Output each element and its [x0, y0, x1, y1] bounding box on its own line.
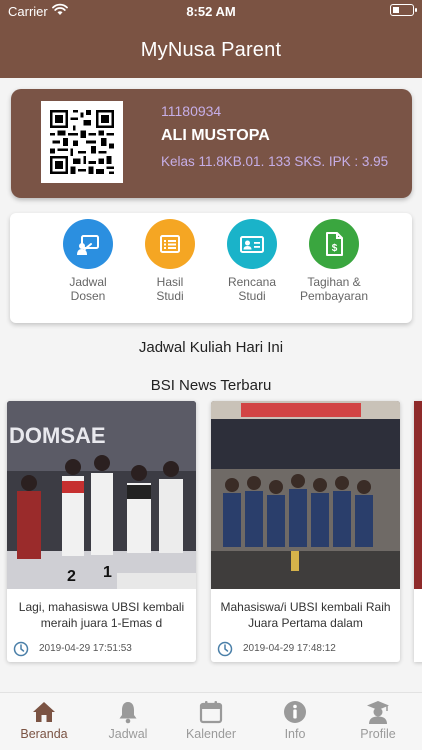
- news-card[interactable]: Mahasiswa/i UBSI kembali Raih Juara Pert…: [211, 401, 400, 662]
- tab-label: Kalender: [185, 727, 237, 741]
- menu-item-jadwal-dosen[interactable]: Jadwal Dosen: [46, 219, 130, 303]
- news-date: 2019-04-29 17:51:53: [39, 643, 132, 654]
- schedule-section-title: Jadwal Kuliah Hari Ini: [138, 339, 284, 356]
- news-caption: Mahasiswa/i UBSI kembali Raih Juara Pert…: [220, 600, 391, 630]
- menu-card: Jadwal Dosen Hasil Studi Rencana Studi $…: [10, 213, 412, 323]
- tab-bar: Beranda Jadwal Kalender Info Profile: [0, 692, 422, 750]
- invoice-icon: $: [309, 219, 359, 269]
- menu-label: Rencana Studi: [227, 275, 277, 303]
- news-caption: Lagi, mahasiswa UBSI kembali meraih juar…: [18, 600, 185, 630]
- clock-icon: [13, 641, 29, 657]
- student-name: ALI MUSTOPA: [161, 127, 270, 144]
- news-photo-team: [211, 401, 400, 589]
- svg-text:1: 1: [103, 564, 112, 581]
- student-card[interactable]: 11180934 ALI MUSTOPA Kelas 11.8KB.01. 13…: [11, 89, 412, 198]
- menu-item-hasil-studi[interactable]: Hasil Studi: [128, 219, 212, 303]
- graduate-icon: [367, 701, 389, 724]
- news-photo-partial: [414, 401, 422, 589]
- student-details: Kelas 11.8KB.01. 133 SKS. IPK : 3.95: [161, 154, 389, 169]
- battery-icon: [390, 4, 417, 16]
- app-header: MyNusa Parent: [0, 22, 422, 78]
- tab-label: Jadwal: [108, 727, 148, 741]
- clock-time: 8:52 AM: [186, 4, 236, 19]
- home-icon: [33, 702, 55, 722]
- svg-text:$: $: [332, 243, 338, 254]
- tab-info[interactable]: Info: [253, 699, 337, 741]
- menu-item-rencana-studi[interactable]: Rencana Studi: [210, 219, 294, 303]
- news-section-title: BSI News Terbaru: [150, 377, 272, 394]
- page-title: MyNusa Parent: [140, 38, 282, 61]
- status-bar: Carrier 8:52 AM: [0, 0, 422, 22]
- teacher-board-icon: [63, 219, 113, 269]
- tab-label: Beranda: [20, 727, 68, 741]
- student-id: 11180934: [161, 103, 222, 119]
- news-photo-taekwondo: DOMSAE 2 1: [7, 401, 196, 589]
- menu-item-tagihan-pembayaran[interactable]: $ Tagihan & Pembayaran: [292, 219, 376, 303]
- qr-code-icon: [50, 110, 114, 174]
- menu-label: Tagihan & Pembayaran: [299, 275, 369, 303]
- list-icon: [145, 219, 195, 269]
- info-icon: [284, 701, 306, 723]
- id-card-icon: [227, 219, 277, 269]
- tab-label: Info: [284, 727, 306, 741]
- news-date: 2019-04-29 17:48:12: [243, 643, 336, 654]
- svg-text:2: 2: [67, 568, 76, 585]
- tab-profile[interactable]: Profile: [336, 699, 420, 741]
- tab-kalender[interactable]: Kalender: [169, 699, 253, 741]
- menu-label: Hasil Studi: [156, 275, 184, 303]
- bell-icon: [119, 702, 137, 724]
- tab-beranda[interactable]: Beranda: [2, 699, 86, 741]
- qr-code: [41, 101, 123, 183]
- tab-jadwal[interactable]: Jadwal: [86, 699, 170, 741]
- calendar-icon: [199, 701, 223, 724]
- tab-label: Profile: [360, 727, 396, 741]
- clock-icon: [217, 641, 233, 657]
- news-card[interactable]: DOMSAE 2 1 Lagi, mahasiswa UBSI kembali …: [7, 401, 196, 662]
- menu-label: Jadwal Dosen: [69, 275, 107, 303]
- news-card-partial[interactable]: [414, 401, 422, 662]
- news-photo-banner-text: DOMSAE: [9, 423, 106, 448]
